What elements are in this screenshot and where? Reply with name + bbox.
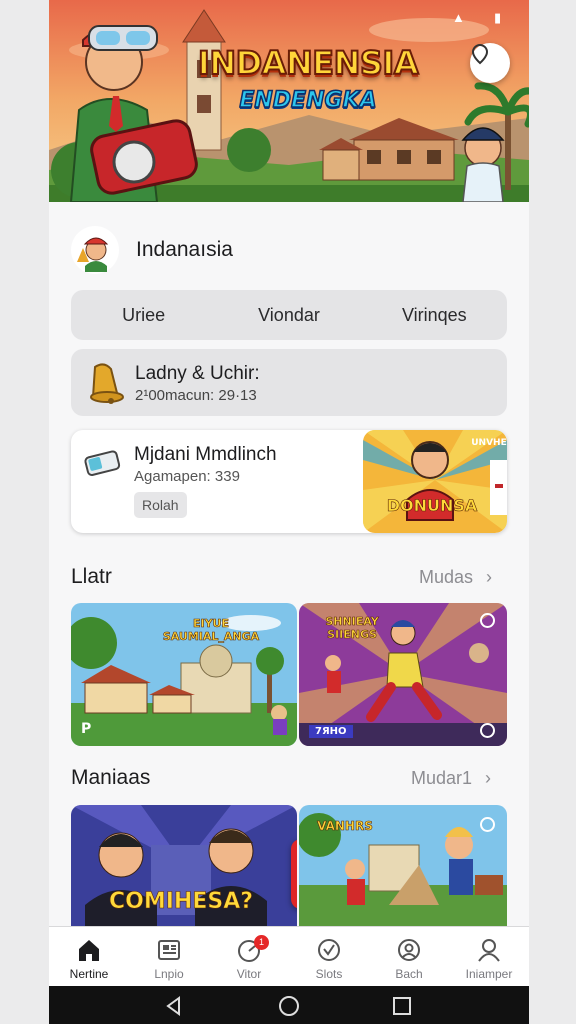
section-more-link-1[interactable]: Mudas › [419, 567, 492, 588]
nav-label: Bach [395, 967, 423, 981]
section-title-2: Maniaas [71, 766, 151, 789]
check-circle-icon [318, 939, 340, 961]
nav-item-slots[interactable]: Slots [289, 927, 369, 987]
ticket-icon [84, 450, 121, 476]
app-screen: ▲ ▮ INDANENSIA ENDENGKA Indanaısia Uriee… [49, 0, 529, 1024]
content-tile[interactable]: SHNIEAY SIIENGS 7ЯНO [299, 603, 507, 746]
back-icon[interactable] [163, 995, 185, 1017]
nav-item-gauge[interactable]: 1 Vitor [209, 927, 289, 987]
battery-icon: ▮ [494, 10, 502, 25]
segment-3[interactable]: Virinqes [362, 290, 507, 340]
clock-icon [480, 817, 495, 832]
home-icon [79, 940, 99, 961]
nav-label: Slots [315, 967, 343, 981]
profile-row[interactable]: Indanaısia [71, 224, 501, 276]
notice-card[interactable]: Ladny & Uchir: 2¹00macun: 29·13 [71, 349, 507, 416]
feature-card[interactable]: Mjdani Mmdlinch Agamapen: 339 Rolah DONU… [71, 430, 507, 533]
timer-icon [480, 723, 495, 738]
nav-item-news[interactable]: Lnpio [129, 927, 209, 987]
play-icon [291, 839, 297, 909]
segmented-control: Uriee Viondar Virinqes [71, 290, 507, 340]
profile-name: Indanaısia [136, 238, 233, 261]
clock-icon [480, 613, 495, 628]
tile-label: VANHRS [317, 819, 373, 834]
section-more-label-2: Mudar1 [411, 768, 473, 788]
nav-item-profile[interactable]: Iniamper [449, 927, 529, 987]
feature-thumbnail-label: DONUNSA [386, 496, 478, 516]
tile-corner-mark: 7ЯНO [309, 725, 353, 738]
profile-icon [478, 939, 500, 962]
segment-1[interactable]: Uriee [71, 290, 216, 340]
chevron-right-icon: › [486, 567, 493, 587]
section-more-label-1: Mudas [419, 567, 474, 587]
notification-badge: 1 [254, 935, 269, 950]
notice-title: Ladny & Uchir: [135, 363, 260, 384]
avatar[interactable] [71, 226, 119, 274]
feature-chip[interactable]: Rolah [134, 492, 187, 518]
tile-corner-mark: P [81, 721, 92, 737]
feature-thumbnail[interactable]: DONUNSA UNVHE [363, 430, 507, 533]
notice-subtitle: 2¹00macun: 29·13 [135, 387, 257, 404]
location-button[interactable] [470, 43, 510, 83]
segment-2[interactable]: Viondar [216, 290, 361, 340]
chevron-right-icon: › [485, 768, 492, 788]
nav-label: Iniamper [465, 967, 513, 981]
nav-label: Lnpio [154, 967, 184, 981]
play-button[interactable] [291, 839, 297, 909]
face-icon [398, 939, 420, 961]
nav-label: Nertine [69, 967, 109, 981]
signal-icon: ▲ [452, 10, 465, 25]
avatar-image [72, 227, 118, 273]
feature-title: Mjdani Mmdlinch [134, 444, 277, 465]
banner-subtitle: ENDENGKA [239, 87, 378, 114]
hero-banner[interactable]: ▲ ▮ INDANENSIA ENDENGKA [49, 0, 529, 202]
banner-title: INDANENSIA [197, 43, 420, 83]
system-navigation-bar [49, 986, 529, 1024]
section-title-1: Llatr [71, 565, 112, 588]
nav-item-home[interactable]: Nertine [49, 927, 129, 987]
home-circle-icon[interactable] [278, 995, 300, 1017]
map-pin-icon [471, 43, 489, 65]
nav-label: Vitor [236, 967, 262, 981]
feature-thumbnail-badge: UNVHE [471, 438, 507, 448]
tile-label: EIYUE SAUMIAL_ANGA [162, 617, 260, 644]
content-tile[interactable]: EIYUE SAUMIAL_ANGA P [71, 603, 297, 746]
recents-icon[interactable] [391, 995, 413, 1017]
tile-label: SHNIEAY SIIENGS [325, 615, 379, 642]
news-icon [158, 940, 180, 960]
feature-subtitle: Agamapen: 339 [134, 468, 240, 485]
nav-item-face[interactable]: Bach [369, 927, 449, 987]
tile-label: COMIHESA? [109, 889, 254, 915]
section-more-link-2[interactable]: Mudar1 › [411, 768, 491, 789]
bell-icon [90, 363, 124, 404]
bottom-nav: Nertine Lnpio 1 Vitor Slots Bach Iniampe… [49, 926, 529, 987]
